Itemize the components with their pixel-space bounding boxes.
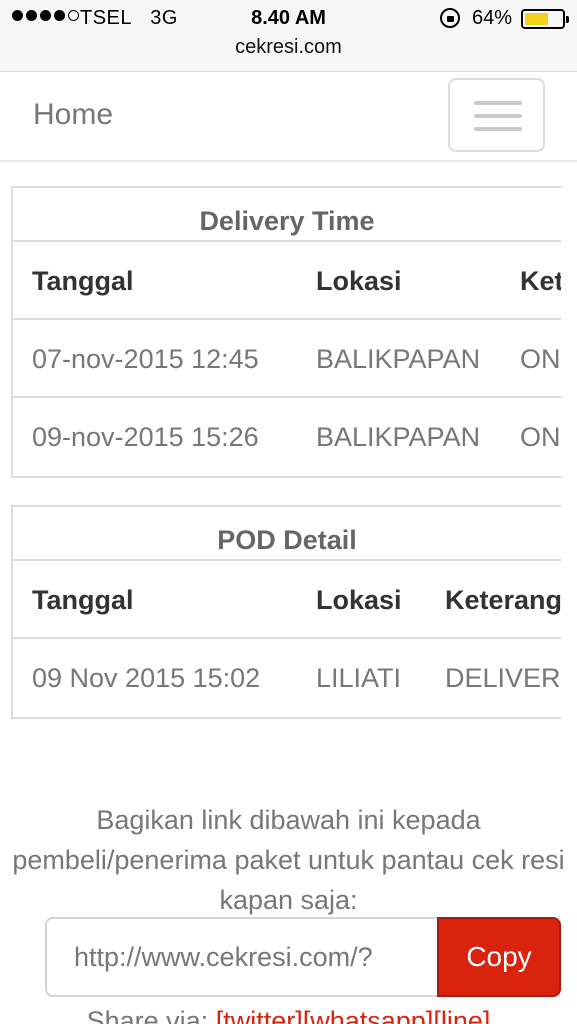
table-row: 09-nov-2015 15:26 BALIKPAPAN ON PROCESS [13,398,561,476]
table-header-row: Tanggal Lokasi Keterangan [13,561,561,639]
table-cell: 07-nov-2015 12:45 [32,344,259,374]
column-header: Keterangan [445,585,561,615]
column-header: Keterangan [520,266,561,296]
share-via-label: Share via: [86,1006,209,1024]
column-header: Lokasi [316,266,402,296]
table-row: 07-nov-2015 12:45 BALIKPAPAN ON PROCESS [13,320,561,398]
copy-button[interactable]: Copy [437,917,561,997]
hamburger-menu-icon[interactable] [448,78,545,152]
table-cell: DELIVERED [445,663,561,693]
address-bar-url[interactable]: cekresi.com [0,36,577,59]
table-header-row: Tanggal Lokasi Keterangan [13,242,561,320]
status-row: TSEL 3G 8.40 AM 64% [0,6,577,32]
table-row: 09 Nov 2015 15:02 LILIATI DELIVERED [13,639,561,717]
table-cell: BALIKPAPAN [316,422,481,452]
navbar: Home [0,72,577,162]
pod-detail-title: POD Detail [13,507,561,561]
home-link[interactable]: Home [33,98,113,132]
table-cell: 09 Nov 2015 15:02 [32,663,261,693]
table-cell: LILIATI [316,663,402,693]
table-cell: BALIKPAPAN [316,344,481,374]
delivery-time-table: Delivery Time Tanggal Lokasi Keterangan … [11,186,561,478]
delivery-time-title: Delivery Time [13,188,561,242]
table-cell: ON PROCESS [520,344,561,374]
share-instruction: Bagikan link dibawah ini kepada pembeli/… [12,805,565,915]
share-link-input[interactable] [45,917,438,997]
share-whatsapp-link[interactable]: [whatsapp] [303,1006,434,1024]
table-cell: 09-nov-2015 15:26 [32,422,259,452]
share-twitter-link[interactable]: [twitter] [216,1006,303,1024]
column-header: Tanggal [32,585,134,615]
column-header: Lokasi [316,585,402,615]
share-via-row: Share via: [twitter][whatsapp][line] [0,1006,577,1024]
rotation-lock-icon [440,8,460,28]
battery-icon [521,9,569,29]
pod-detail-table: POD Detail Tanggal Lokasi Keterangan 09 … [11,505,561,719]
status-bar: TSEL 3G 8.40 AM 64% cekresi.com [0,0,577,72]
share-line-link[interactable]: [line] [433,1006,490,1024]
battery-percent: 64% [472,7,513,29]
table-cell: ON PROCESS [520,422,561,452]
column-header: Tanggal [32,266,134,296]
